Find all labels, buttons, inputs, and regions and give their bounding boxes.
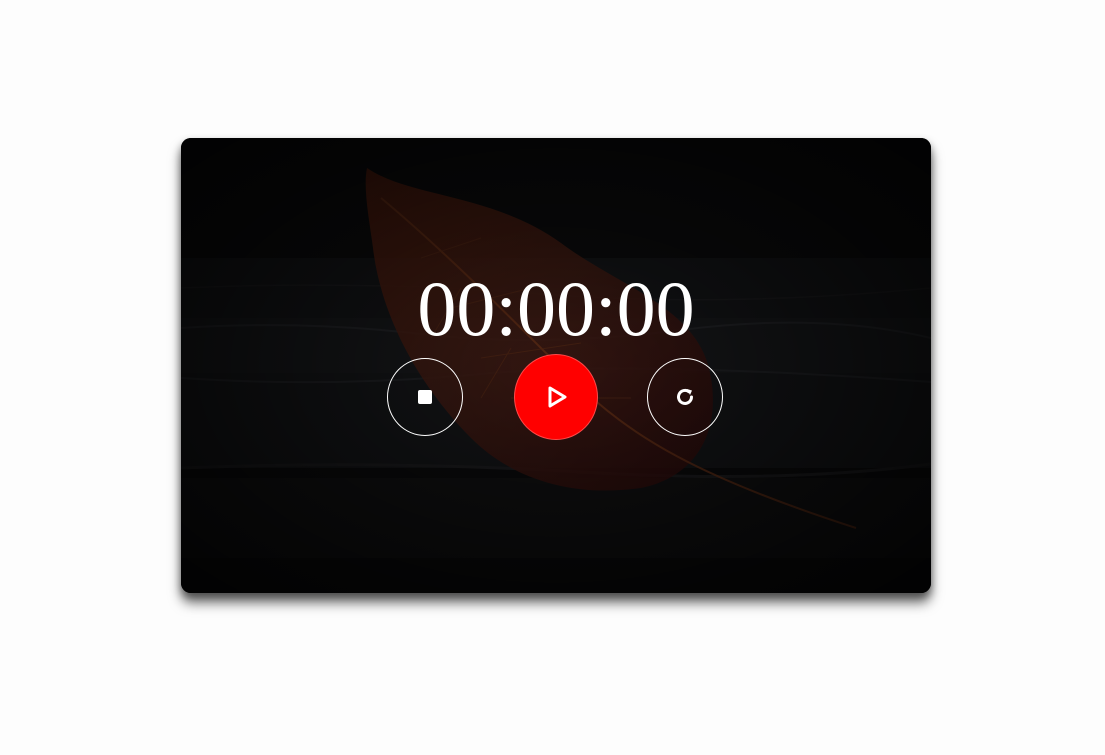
play-button[interactable] [514,354,598,440]
reset-icon [677,388,693,405]
stop-button[interactable] [387,358,463,436]
play-icon [548,386,567,408]
stopwatch-card: 00:00:00 [181,138,931,593]
stop-icon [418,390,432,404]
reset-button[interactable] [647,358,723,436]
timer-display: 00:00:00 [417,265,695,352]
